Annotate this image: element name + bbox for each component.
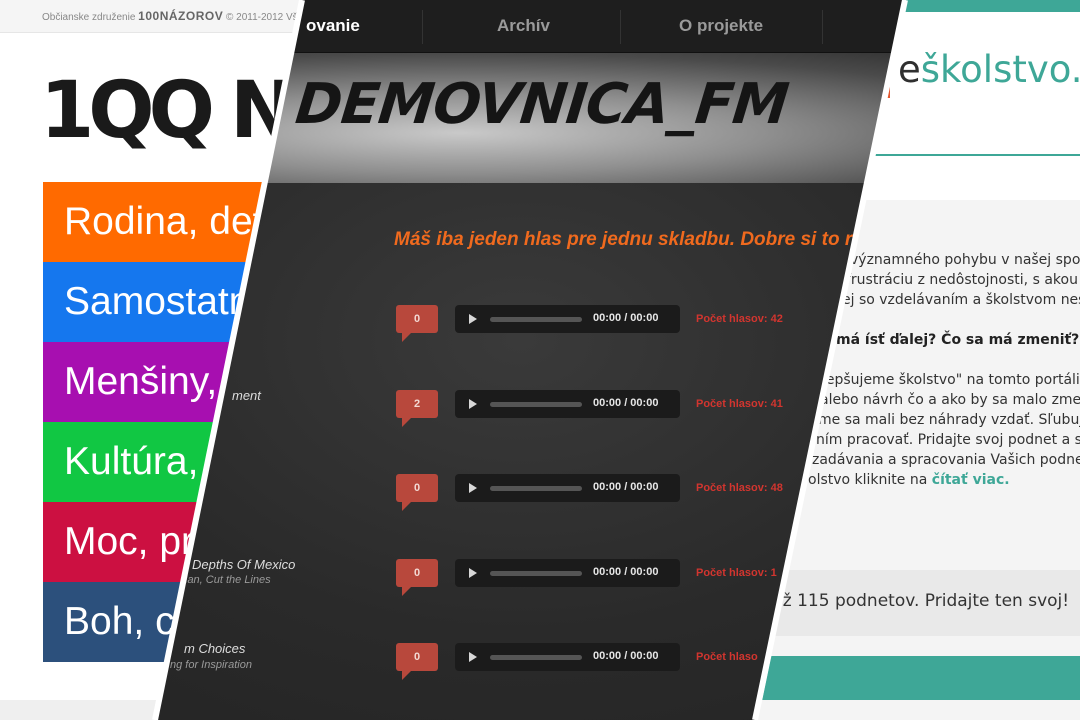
header-divider: [870, 154, 1080, 156]
track-artist: ng for Inspiration: [170, 659, 252, 671]
topbar-prefix: Občianske združenie: [42, 12, 136, 23]
audio-player: 00:00 / 00:00: [455, 305, 680, 333]
intro-line-2: frustráciu z nedôstojnosti, s akou s: [846, 272, 1080, 288]
audio-player: 00:00 / 00:00: [455, 474, 680, 502]
track-artist: lan, Cut the Lines: [185, 574, 271, 586]
body-line-2: alebo návrh čo a ako by sa malo zmeniť: [820, 392, 1080, 408]
play-icon[interactable]: [469, 314, 477, 324]
site-logo[interactable]: eškolstvo.: [898, 48, 1080, 91]
play-icon[interactable]: [469, 483, 477, 493]
body-line-6: olstvo kliknite na čítať viac.: [808, 470, 1010, 490]
submissions-count[interactable]: už 115 podnetov. Pridajte ten svoj!: [772, 591, 1069, 611]
banner-logo[interactable]: DEMOVNICA_FM: [293, 72, 791, 137]
logo-e: e: [898, 48, 921, 91]
vote-button[interactable]: 0: [396, 474, 438, 511]
play-icon[interactable]: [469, 568, 477, 578]
body-line-3: me sa mali bez náhrady vzdať. Sľubujeme: [818, 412, 1080, 428]
time-display: 00:00 / 00:00: [593, 481, 659, 493]
nav-separator: [822, 10, 823, 44]
track-title: ment: [232, 388, 261, 403]
play-icon[interactable]: [469, 652, 477, 662]
logo-rest: školstvo.: [920, 48, 1080, 91]
topbar-brand-word[interactable]: NÁZOROV: [160, 9, 224, 23]
vote-button[interactable]: 0: [396, 643, 438, 680]
body-line-1: lepšujeme školstvo" na tomto portáli po: [822, 372, 1080, 388]
question-heading: má ísť ďalej? Čo sa má zmeniť? A ako: [836, 332, 1080, 348]
track-title: m Choices: [184, 641, 246, 656]
progress-bar[interactable]: [490, 317, 582, 322]
track-title: Depths Of Mexico: [192, 557, 296, 572]
vote-count: Počet hlasov: 48: [696, 482, 783, 494]
body-line-4: ním pracovať. Pridajte svoj podnet a sta…: [816, 432, 1080, 448]
nav-separator: [620, 10, 621, 44]
vote-button[interactable]: 0: [396, 559, 438, 596]
nav-archiv[interactable]: Archív: [497, 16, 550, 36]
progress-bar[interactable]: [490, 571, 582, 576]
progress-bar[interactable]: [490, 655, 582, 660]
time-display: 00:00 / 00:00: [593, 566, 659, 578]
nav-hlasovanie[interactable]: ovanie: [306, 16, 360, 36]
body-line-5: zadávania a spracovania Vašich podnetov: [812, 452, 1080, 468]
vote-button[interactable]: 0: [396, 305, 438, 342]
vote-count: Počet hlasov: 41: [696, 398, 783, 410]
nav-separator: [422, 10, 423, 44]
play-icon[interactable]: [469, 399, 477, 409]
intro-line-3: ej so vzdelávaním a školstvom nesm: [842, 292, 1080, 308]
read-more-link[interactable]: čítať viac.: [932, 472, 1010, 488]
audio-player: 00:00 / 00:00: [455, 390, 680, 418]
voting-notice: Máš iba jeden hlas pre jednu skladbu. Do…: [394, 229, 853, 250]
time-display: 00:00 / 00:00: [593, 312, 659, 324]
vote-count: Počet hlasov: 42: [696, 313, 783, 325]
vote-button[interactable]: 2: [396, 390, 438, 427]
topbar-brand-num[interactable]: 100: [138, 9, 160, 23]
time-display: 00:00 / 00:00: [593, 650, 659, 662]
nav-o-projekte[interactable]: O projekte: [679, 16, 763, 36]
time-display: 00:00 / 00:00: [593, 397, 659, 409]
vote-count: Počet hlasov: 1: [696, 567, 777, 579]
vote-count: Počet hlaso: [696, 651, 758, 663]
topbar-text: Občianske združenie 100NÁZOROV © 2011-20…: [42, 9, 316, 23]
progress-bar[interactable]: [490, 402, 582, 407]
body-line-6-text: olstvo kliknite na: [808, 472, 928, 488]
audio-player: 00:00 / 00:00: [455, 643, 680, 671]
progress-bar[interactable]: [490, 486, 582, 491]
audio-player: 00:00 / 00:00: [455, 559, 680, 587]
intro-line-1: významného pohybu v našej spolo: [850, 252, 1080, 268]
